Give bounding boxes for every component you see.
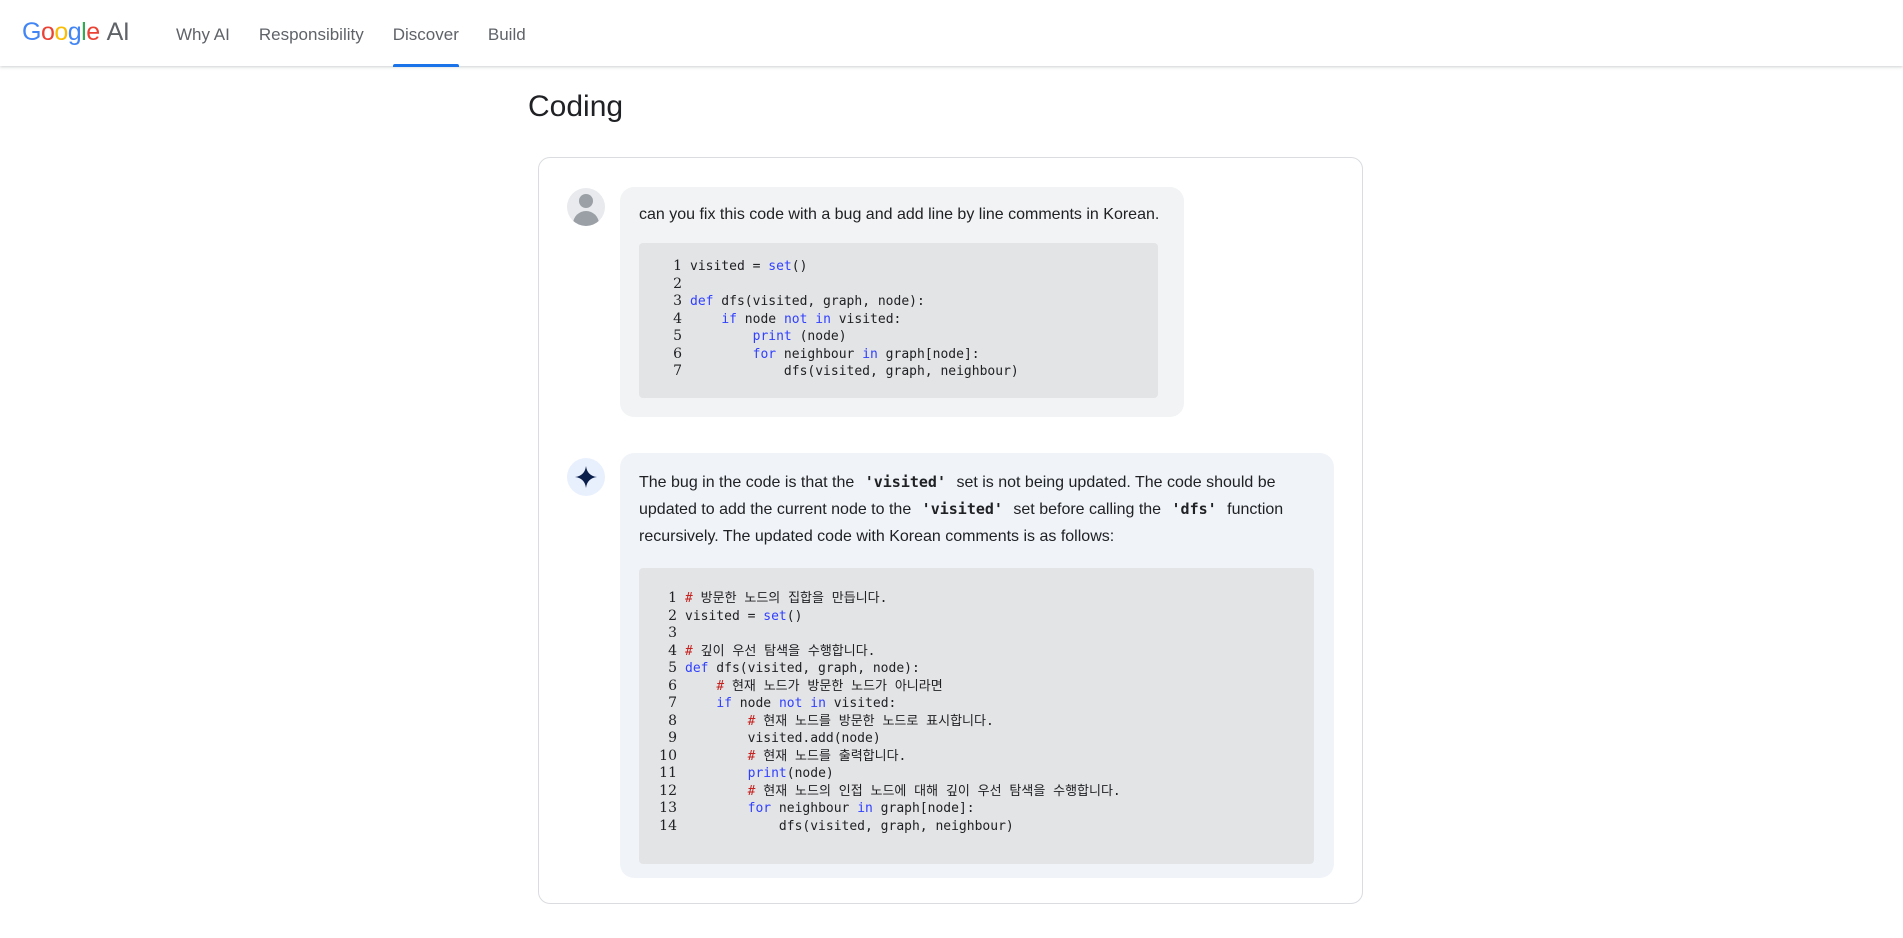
line-number: 4 <box>673 310 682 327</box>
line-number: 13 <box>659 800 677 816</box>
line-number: 5 <box>668 660 677 676</box>
code-text: print(node) <box>747 766 834 781</box>
code-line: 9 visited.add(node) <box>659 730 1314 748</box>
code-text: print (node) <box>752 329 847 344</box>
code-text: for neighbour in graph[node]: <box>752 346 980 362</box>
code-text: visited = set() <box>685 608 803 624</box>
response-part: set before calling the <box>1013 501 1162 518</box>
code-text: # 현재 노드를 출력합니다. <box>747 748 907 764</box>
nav-item-build[interactable]: Build <box>488 0 526 66</box>
code-text: # 현재 노드의 인접 노드에 대해 깊이 우선 탐색을 수행합니다. <box>747 783 1121 799</box>
inline-code-visited: 'visited' <box>921 500 1003 518</box>
code-text: dfs(visited, graph, neighbour) <box>690 364 1019 379</box>
code-line: 4 if node not in visited: <box>664 311 1158 329</box>
code-text: for neighbour in graph[node]: <box>747 801 975 816</box>
line-number: 3 <box>673 293 682 309</box>
inline-code-visited: 'visited' <box>864 473 946 491</box>
line-number: 7 <box>668 695 677 711</box>
user-message-text: can you fix this code with a bug and add… <box>639 206 1160 223</box>
code-line: 10 # 현재 노드를 출력합니다. <box>659 748 1314 766</box>
line-number: 4 <box>668 642 677 659</box>
user-message-bubble: can you fix this code with a bug and add… <box>620 187 1184 417</box>
main-nav: Why AI Responsibility Discover Build <box>176 0 555 67</box>
user-avatar-icon <box>567 188 605 226</box>
line-number: 1 <box>673 258 682 274</box>
code-line: 6 # 현재 노드가 방문한 노드가 아니라면 <box>659 678 1314 696</box>
code-text: if node not in visited: <box>721 311 902 327</box>
code-line: 8 # 현재 노드를 방문한 노드로 표시합니다. <box>659 713 1314 731</box>
code-line: 12 # 현재 노드의 인접 노드에 대해 깊이 우선 탐색을 수행합니다. <box>659 783 1314 801</box>
code-line: 2 visited = set() <box>659 608 1314 626</box>
site-header: Google AI Why AI Responsibility Discover… <box>0 0 1903 67</box>
line-number: 12 <box>659 782 677 799</box>
code-line: 3 <box>659 625 1314 643</box>
conversation-card: can you fix this code with a bug and add… <box>538 157 1363 904</box>
line-number: 3 <box>668 625 677 641</box>
code-line: 3 def dfs(visited, graph, node): <box>664 293 1158 311</box>
nav-item-responsibility[interactable]: Responsibility <box>259 0 364 66</box>
user-code-block: 1 visited = set() 2 3 def dfs(visited, graph… <box>639 243 1158 398</box>
line-number: 10 <box>659 747 677 764</box>
model-response-text: The bug in the code is that the 'visited… <box>639 469 1315 550</box>
line-number: 2 <box>668 607 677 624</box>
inline-code-dfs: 'dfs' <box>1171 500 1217 518</box>
code-text: # 방문한 노드의 집합을 만듭니다. <box>685 591 888 606</box>
code-line: 6 for neighbour in graph[node]: <box>664 346 1158 364</box>
nav-item-why-ai[interactable]: Why AI <box>176 0 230 66</box>
code-text: visited = set() <box>690 259 808 274</box>
line-number: 7 <box>673 363 682 379</box>
code-text: dfs(visited, graph, neighbour) <box>685 818 1014 834</box>
code-text: if node not in visited: <box>716 696 897 711</box>
line-number: 11 <box>659 765 677 781</box>
code-line: 14 dfs(visited, graph, neighbour) <box>659 818 1314 836</box>
model-response-bubble: The bug in the code is that the 'visited… <box>620 453 1334 878</box>
code-text: # 현재 노드를 방문한 노드로 표시합니다. <box>747 713 994 729</box>
line-number: 14 <box>659 817 677 834</box>
line-number: 1 <box>668 590 677 606</box>
code-line: 5 def dfs(visited, graph, node): <box>659 660 1314 678</box>
gemini-sparkle-icon <box>567 458 605 496</box>
code-text: def dfs(visited, graph, node): <box>685 661 920 676</box>
logo-suffix: AI <box>106 18 130 46</box>
model-code-block: 1 # 방문한 노드의 집합을 만듭니다. 2 visited = set() 3 4 # … <box>639 568 1314 864</box>
code-line: 2 <box>664 276 1158 294</box>
code-line: 13 for neighbour in graph[node]: <box>659 800 1314 818</box>
line-number: 5 <box>673 328 682 344</box>
line-number: 8 <box>668 712 677 729</box>
line-number: 2 <box>673 275 682 292</box>
line-number: 6 <box>668 677 677 694</box>
code-text: # 현재 노드가 방문한 노드가 아니라면 <box>716 678 943 694</box>
code-text: visited.add(node) <box>685 731 881 746</box>
code-line: 1 visited = set() <box>664 258 1158 276</box>
google-ai-logo[interactable]: Google AI <box>22 18 130 50</box>
code-line: 4 # 깊이 우선 탐색을 수행합니다. <box>659 643 1314 661</box>
line-number: 9 <box>668 730 677 746</box>
code-line: 7 if node not in visited: <box>659 695 1314 713</box>
page-title: Coding <box>528 90 624 123</box>
response-part: The bug in the code is that the <box>639 474 855 491</box>
code-text: def dfs(visited, graph, node): <box>690 294 925 309</box>
code-line: 11 print(node) <box>659 765 1314 783</box>
code-line: 1 # 방문한 노드의 집합을 만듭니다. <box>659 590 1314 608</box>
code-line: 5 print (node) <box>664 328 1158 346</box>
code-text: # 깊이 우선 탐색을 수행합니다. <box>685 643 876 659</box>
nav-item-discover[interactable]: Discover <box>392 0 460 67</box>
line-number: 6 <box>673 345 682 362</box>
code-line: 7 dfs(visited, graph, neighbour) <box>664 363 1158 381</box>
